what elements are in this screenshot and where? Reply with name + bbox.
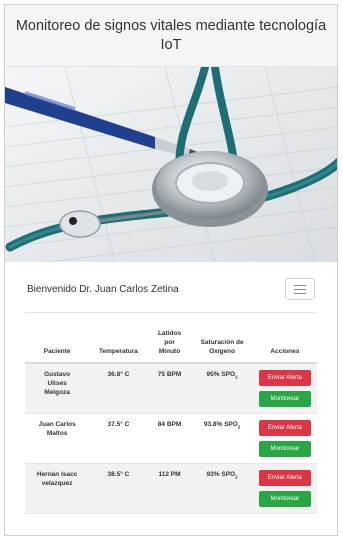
stethoscope-photo <box>5 67 337 262</box>
col-header-temperature: Temperatura <box>89 313 148 364</box>
cell-heart-rate: 75 BPM <box>147 363 192 414</box>
oxygen-value: 93.8% SPO <box>203 421 238 428</box>
cell-oxygen: 93% SPO2 <box>191 463 253 514</box>
table-row: Juan Carlos Maltos 37.5° C 84 BPM 93.8% … <box>25 413 317 464</box>
send-alert-button[interactable]: Enviar Alerta <box>258 420 311 436</box>
stethoscope-earpiece-icon <box>59 210 101 238</box>
monitor-button[interactable]: Monitorear <box>258 491 311 507</box>
hero-image <box>5 67 337 262</box>
page-header: Monitoreo de signos vitales mediante tec… <box>5 5 337 67</box>
cell-actions: Enviar Alerta Monitorear <box>252 363 317 414</box>
cell-temperature: 36.8° C <box>89 363 148 414</box>
oxygen-value: 95% SPO <box>206 371 236 378</box>
cell-patient: Juan Carlos Maltos <box>25 413 90 464</box>
navbar: Bienvenido Dr. Juan Carlos Zetina <box>5 266 337 312</box>
col-header-patient: Paciente <box>25 313 90 364</box>
send-alert-button[interactable]: Enviar Alerta <box>258 370 311 386</box>
cell-heart-rate: 84 BPM <box>147 413 192 464</box>
col-header-heart-rate-label: Latidos por Minuto <box>157 330 182 355</box>
cell-actions: Enviar Alerta Monitorear <box>252 413 317 464</box>
oxygen-value: 93% SPO <box>206 471 236 478</box>
table-row: Gustavo Ulises Melgoza 36.8° C 75 BPM 95… <box>25 363 317 414</box>
patient-name: Hernán Isacc velazquez <box>36 471 78 487</box>
patient-name: Juan Carlos Maltos <box>38 421 76 437</box>
cell-patient: Hernán Isacc velazquez <box>25 463 90 514</box>
welcome-text: Bienvenido Dr. Juan Carlos Zetina <box>27 283 179 295</box>
table-row: Hernán Isacc velazquez 38.5° C 112 PM 93… <box>25 463 317 514</box>
patient-name: Gustavo Ulises Melgoza <box>44 371 71 396</box>
col-header-heart-rate: Latidos por Minuto <box>147 313 192 364</box>
oxygen-subscript: 2 <box>235 474 238 480</box>
col-header-actions: Acciones <box>252 313 317 364</box>
monitor-button[interactable]: Monitorear <box>258 441 311 457</box>
cell-heart-rate: 112 PM <box>147 463 192 514</box>
cell-temperature: 37.5° C <box>89 413 148 464</box>
oxygen-subscript: 2 <box>237 424 241 430</box>
col-header-oxygen: Saturación de Oxígeno <box>191 313 253 364</box>
monitor-button[interactable]: Monitorear <box>258 391 311 407</box>
hamburger-menu-icon[interactable] <box>285 278 315 300</box>
stethoscope-chestpiece-icon <box>152 151 268 227</box>
send-alert-button[interactable]: Enviar Alerta <box>258 470 311 486</box>
app-frame: Monitoreo de signos vitales mediante tec… <box>4 4 338 536</box>
table-header-row: Paciente Temperatura Latidos por Minuto … <box>25 313 317 364</box>
cell-oxygen: 95% SPO2 <box>191 363 253 414</box>
cell-patient: Gustavo Ulises Melgoza <box>25 363 90 414</box>
cell-oxygen: 93.8% SPO2 <box>191 413 253 464</box>
cell-temperature: 38.5° C <box>89 463 148 514</box>
cell-actions: Enviar Alerta Monitorear <box>252 463 317 514</box>
page-title: Monitoreo de signos vitales mediante tec… <box>15 17 327 53</box>
patients-table: Paciente Temperatura Latidos por Minuto … <box>25 312 317 514</box>
oxygen-subscript: 2 <box>235 374 238 380</box>
